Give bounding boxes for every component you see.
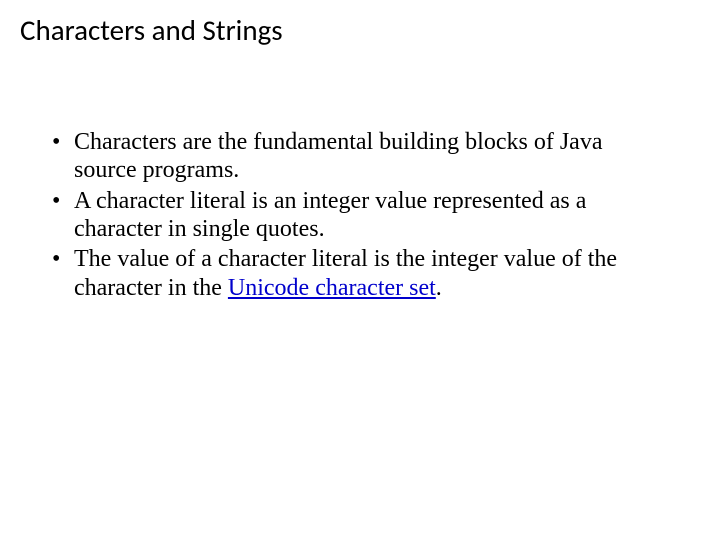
bullet-item: A character literal is an integer value …: [48, 187, 660, 244]
slide-content: Characters are the fundamental building …: [48, 128, 660, 304]
unicode-link[interactable]: Unicode character set: [228, 275, 436, 301]
bullet-item: The value of a character literal is the …: [48, 245, 660, 302]
bullet-item: Characters are the fundamental building …: [48, 128, 660, 185]
slide-title: Characters and Strings: [20, 12, 283, 48]
bullet-text: .: [436, 275, 442, 301]
bullet-list: Characters are the fundamental building …: [48, 128, 660, 302]
